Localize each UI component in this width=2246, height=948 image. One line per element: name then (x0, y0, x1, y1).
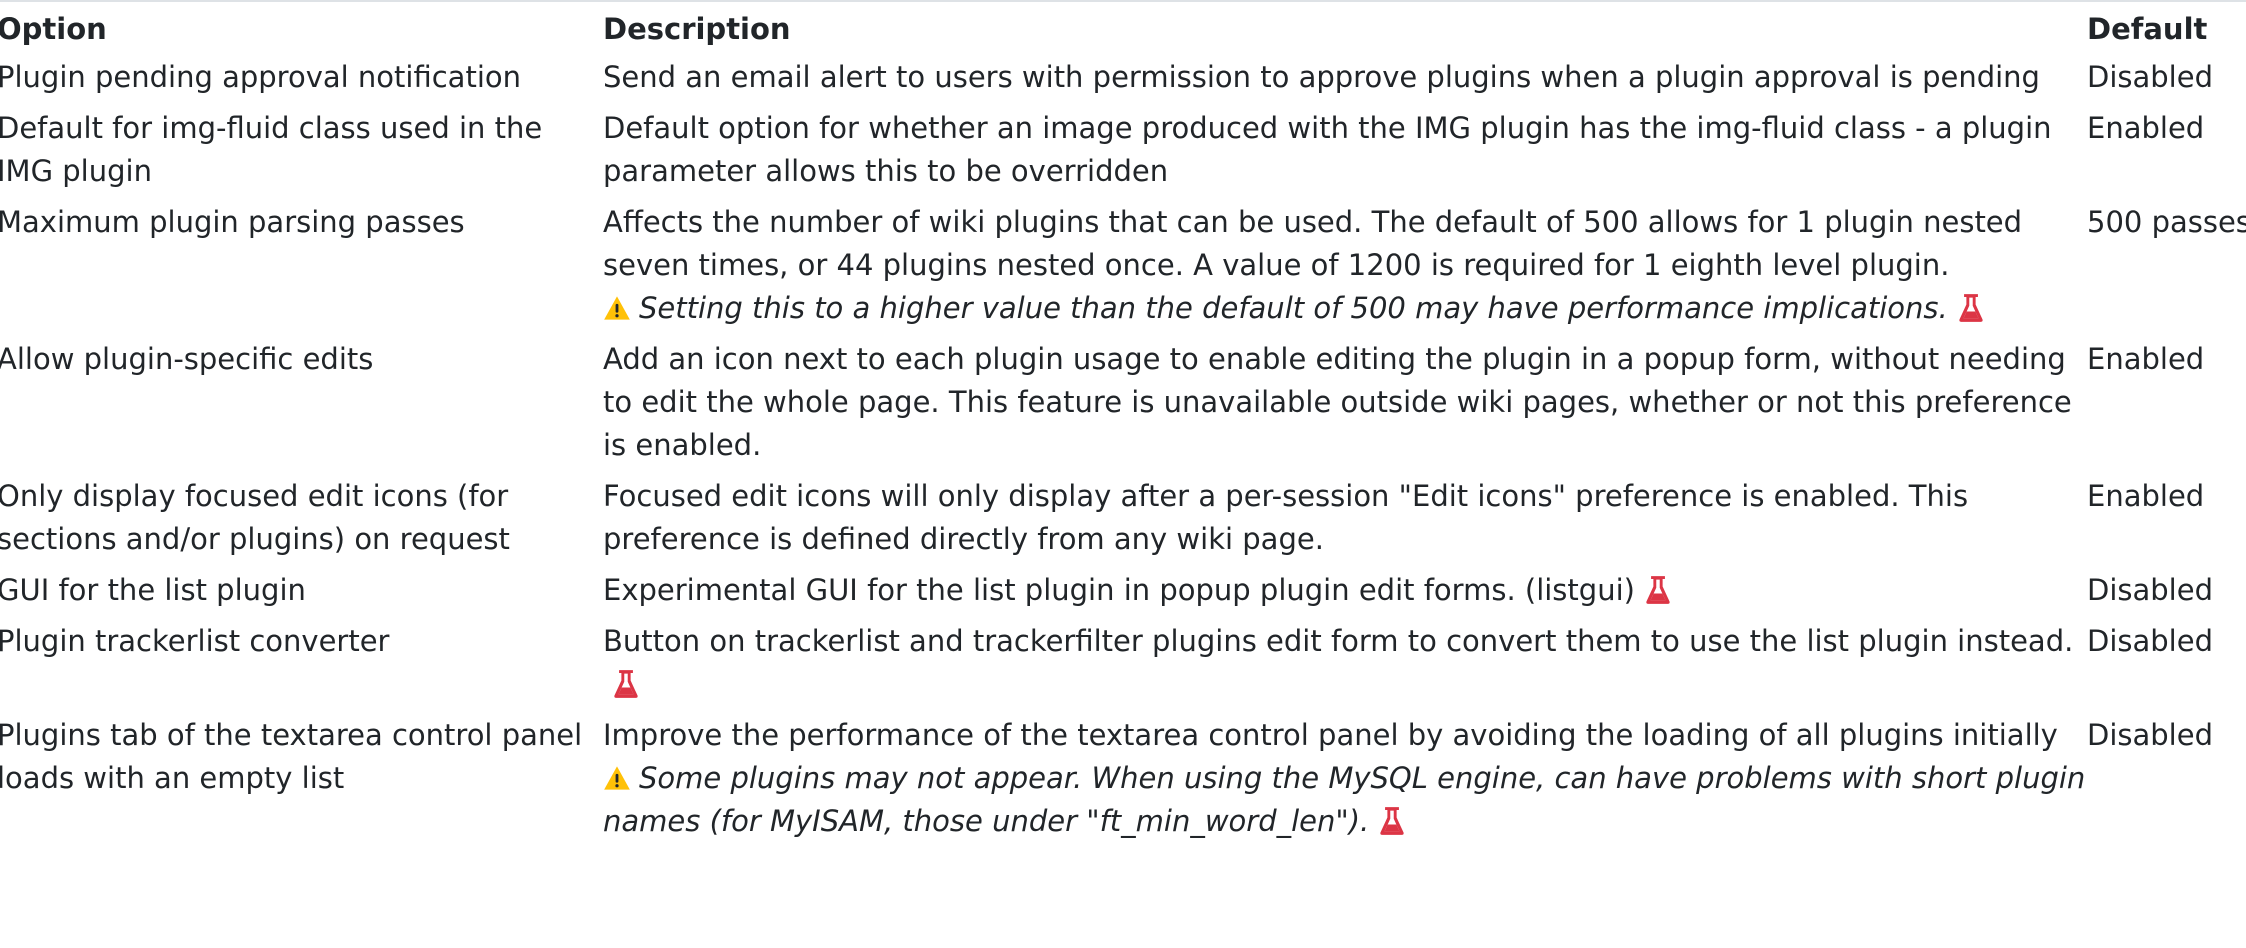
table-row: GUI for the list plugin Experimental GUI… (0, 569, 2246, 620)
option-name: GUI for the list plugin (0, 573, 306, 607)
default-value: Disabled (2087, 718, 2213, 752)
option-description: Add an icon next to each plugin usage to… (603, 338, 2087, 475)
table-row: Maximum plugin parsing passes Affects th… (0, 201, 2246, 338)
table-row: Plugin pending approval notification Sen… (0, 56, 2246, 107)
note-text: Some plugins may not appear. When using … (603, 761, 2086, 838)
warning-icon (604, 296, 630, 320)
option-name: Allow plugin-specific edits (0, 342, 374, 376)
table-row: Allow plugin-specific edits Add an icon … (0, 338, 2246, 475)
option-name: Plugin pending approval notification (0, 60, 521, 94)
table-header-row: Option Description Default (0, 2, 2246, 56)
description-text: Send an email alert to users with permis… (603, 60, 2040, 94)
default-value: Enabled (2087, 479, 2205, 513)
flask-icon[interactable] (1645, 575, 1671, 605)
description-text: Improve the performance of the textarea … (603, 718, 2058, 752)
option-name: Default for img-fluid class used in the … (0, 111, 543, 188)
table-row: Plugin trackerlist converter Button on t… (0, 620, 2246, 714)
default-value: Disabled (2087, 60, 2213, 94)
performance-note: Setting this to a higher value than the … (603, 287, 2087, 330)
option-name: Plugins tab of the textarea control pane… (0, 718, 583, 795)
option-column-header: Option (0, 12, 107, 46)
default-value: Disabled (2087, 624, 2213, 658)
option-name: Maximum plugin parsing passes (0, 205, 465, 239)
mysql-note: Some plugins may not appear. When using … (603, 757, 2087, 843)
flask-icon[interactable] (1379, 806, 1405, 836)
description-text: Default option for whether an image prod… (603, 111, 2052, 188)
option-description: Affects the number of wiki plugins that … (603, 201, 2087, 338)
default-value: 500 passes (2087, 205, 2246, 239)
description-text: Focused edit icons will only display aft… (603, 479, 1969, 556)
flask-icon[interactable] (613, 669, 639, 699)
default-column-header: Default (2087, 12, 2208, 46)
description-text: Add an icon next to each plugin usage to… (603, 342, 2072, 462)
table-row: Plugins tab of the textarea control pane… (0, 714, 2246, 851)
option-description: Focused edit icons will only display aft… (603, 475, 2087, 569)
description-text: Affects the number of wiki plugins that … (603, 205, 2023, 282)
preferences-table: Option Description Default Plugin pendin… (0, 2, 2246, 851)
description-column-header: Description (603, 12, 791, 46)
table-row: Default for img-fluid class used in the … (0, 107, 2246, 201)
option-name: Plugin trackerlist converter (0, 624, 390, 658)
default-value: Enabled (2087, 111, 2205, 145)
note-text: Setting this to a higher value than the … (639, 291, 1948, 325)
option-description: Improve the performance of the textarea … (603, 714, 2087, 851)
default-value: Disabled (2087, 573, 2213, 607)
option-description: Experimental GUI for the list plugin in … (603, 569, 2087, 620)
table-row: Only display focused edit icons (for sec… (0, 475, 2246, 569)
warning-icon (604, 766, 630, 790)
option-description: Default option for whether an image prod… (603, 107, 2087, 201)
default-value: Enabled (2087, 342, 2205, 376)
flask-icon[interactable] (1958, 293, 1984, 323)
description-text: Experimental GUI for the list plugin in … (603, 573, 1635, 607)
option-name: Only display focused edit icons (for sec… (0, 479, 510, 556)
option-description: Send an email alert to users with permis… (603, 56, 2087, 107)
description-text: Button on trackerlist and trackerfilter … (603, 624, 2074, 658)
option-description: Button on trackerlist and trackerfilter … (603, 620, 2087, 714)
